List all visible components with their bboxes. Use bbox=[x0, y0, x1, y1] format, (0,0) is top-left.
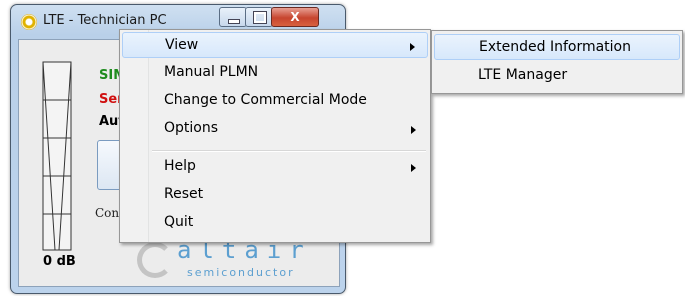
context-menu: View Manual PLMN Change to Commercial Mo… bbox=[119, 29, 431, 243]
menu-item-label: Help bbox=[164, 158, 196, 174]
submenu-item-lte-manager[interactable]: LTE Manager bbox=[434, 63, 680, 89]
close-button[interactable]: X bbox=[271, 7, 319, 27]
logo-mark-icon bbox=[137, 242, 173, 278]
minimize-icon bbox=[228, 19, 240, 24]
maximize-icon bbox=[253, 11, 267, 24]
app-icon bbox=[21, 14, 37, 30]
menu-item-commercial-mode[interactable]: Change to Commercial Mode bbox=[122, 88, 428, 114]
signal-meter bbox=[41, 60, 73, 260]
submenu-item-label: LTE Manager bbox=[478, 67, 568, 83]
menu-item-help[interactable]: Help bbox=[122, 154, 428, 180]
signal-level-label: 0 dB bbox=[43, 254, 76, 269]
altair-logo: altair semiconductor bbox=[137, 236, 317, 284]
submenu-arrow-icon bbox=[411, 126, 416, 134]
menu-item-quit[interactable]: Quit bbox=[122, 210, 428, 236]
menu-item-label: Manual PLMN bbox=[164, 64, 259, 80]
menu-item-view[interactable]: View bbox=[122, 32, 428, 58]
submenu-item-label: Extended Information bbox=[479, 39, 631, 55]
menu-item-options[interactable]: Options bbox=[122, 116, 428, 142]
submenu-arrow-icon bbox=[411, 164, 416, 172]
signal-meter-bars bbox=[42, 61, 72, 251]
minimize-button[interactable] bbox=[219, 7, 247, 27]
menu-item-manual-plmn[interactable]: Manual PLMN bbox=[122, 60, 428, 86]
logo-subtext: semiconductor bbox=[187, 266, 295, 279]
close-icon: X bbox=[290, 10, 300, 24]
menu-item-label: View bbox=[165, 37, 199, 53]
menu-separator bbox=[152, 150, 426, 152]
view-submenu: Extended Information LTE Manager bbox=[431, 30, 683, 94]
menu-item-reset[interactable]: Reset bbox=[122, 182, 428, 208]
menu-item-label: Reset bbox=[164, 186, 204, 202]
window-title: LTE - Technician PC bbox=[43, 13, 167, 28]
menu-item-label: Change to Commercial Mode bbox=[164, 92, 367, 108]
submenu-arrow-icon bbox=[410, 43, 415, 51]
menu-item-label: Options bbox=[164, 120, 219, 136]
submenu-item-extended-information[interactable]: Extended Information bbox=[434, 34, 680, 60]
maximize-button[interactable] bbox=[245, 7, 273, 27]
menu-item-label: Quit bbox=[164, 214, 194, 230]
